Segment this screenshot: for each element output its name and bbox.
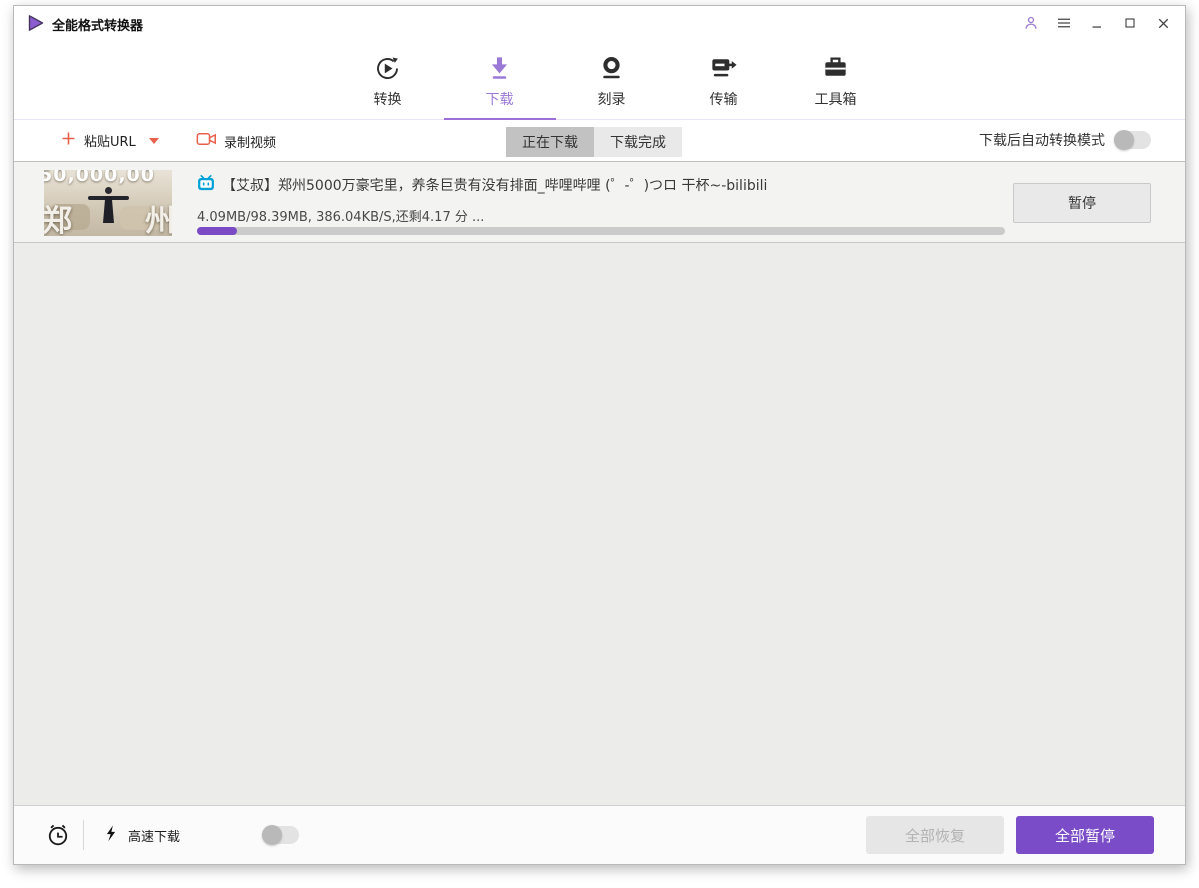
thumbnail-overlay-right: 州: [145, 204, 172, 236]
download-progress-bar: [197, 227, 1005, 235]
app-logo-play-icon: [25, 13, 45, 33]
download-item-title: 【艾叔】郑州5000万豪宅里，养条巨贵有没有排面_哔哩哔哩 (゜-゜)つロ 干杯…: [222, 178, 768, 194]
tab-transfer-label: 传输: [709, 92, 738, 108]
tab-transfer[interactable]: 传输: [668, 50, 780, 120]
convert-icon: [372, 50, 403, 84]
record-video-label: 录制视频: [224, 135, 277, 151]
auto-convert-setting: 下载后自动转换模式: [979, 130, 1151, 150]
download-progress-text: 4.09MB/98.39MB, 386.04KB/S,还剩4.17 分 ...: [197, 210, 485, 225]
minimize-button[interactable]: [1085, 11, 1109, 35]
titlebar-controls: [1019, 11, 1175, 35]
user-icon[interactable]: [1019, 11, 1043, 35]
chevron-down-icon[interactable]: [148, 137, 159, 144]
tab-toolbox-label: 工具箱: [814, 92, 857, 108]
high-speed-setting: 高速下载: [102, 823, 180, 847]
tab-download-complete[interactable]: 下载完成: [594, 127, 682, 157]
auto-convert-toggle[interactable]: [1114, 130, 1151, 150]
close-button[interactable]: [1151, 11, 1175, 35]
tab-download[interactable]: 下载: [443, 50, 556, 121]
tab-convert-label: 转换: [373, 92, 402, 108]
download-item-row: 50,000,00 郑 州 【艾叔】郑州5000万豪宅里，养条巨贵有没有排面_哔…: [14, 161, 1185, 243]
pause-all-button[interactable]: 全部暂停: [1016, 816, 1154, 854]
progress-fill: [197, 227, 238, 235]
video-camera-icon: [196, 130, 217, 152]
tab-toolbox[interactable]: 工具箱: [780, 50, 892, 120]
resume-all-button[interactable]: 全部恢复: [866, 816, 1004, 854]
tab-burn[interactable]: 刻录: [556, 50, 668, 120]
download-filter-tabs: 正在下载 下载完成: [506, 127, 682, 157]
high-speed-toggle[interactable]: [262, 825, 299, 845]
video-thumbnail[interactable]: 50,000,00 郑 州: [44, 170, 172, 236]
high-speed-label: 高速下载: [128, 829, 181, 845]
footer-divider: [83, 820, 84, 850]
tab-convert[interactable]: 转换: [332, 50, 444, 120]
transfer-icon: [708, 50, 739, 84]
main-nav: 转换 下载 刻录 传输 工具箱: [14, 40, 1185, 121]
thumbnail-overlay-left: 郑: [44, 204, 72, 236]
app-title: 全能格式转换器: [52, 19, 144, 34]
footer-bar: 高速下载 全部恢复 全部暂停: [14, 805, 1185, 864]
toggle-knob: [1114, 130, 1134, 150]
paste-url-label: 粘贴URL: [84, 135, 136, 150]
burn-icon: [596, 50, 627, 84]
lightning-icon: [102, 823, 120, 847]
record-video-button[interactable]: 录制视频: [196, 130, 276, 152]
download-list-area: [14, 243, 1185, 805]
bilibili-icon: [196, 174, 216, 198]
plus-icon: [60, 130, 77, 151]
menu-icon[interactable]: [1052, 11, 1076, 35]
toolbox-icon: [820, 50, 851, 84]
tab-downloading[interactable]: 正在下载: [506, 127, 594, 157]
titlebar: 全能格式转换器: [14, 6, 1185, 40]
maximize-button[interactable]: [1118, 11, 1142, 35]
download-icon: [484, 50, 515, 84]
thumbnail-overlay-top: 50,000,00: [44, 170, 155, 186]
toggle-knob: [262, 825, 282, 845]
schedule-timer-icon[interactable]: [45, 822, 71, 852]
download-toolbar: 粘贴URL 录制视频 正在下载 下载完成 下载后自动转换模式: [14, 120, 1185, 161]
auto-convert-label: 下载后自动转换模式: [979, 133, 1105, 149]
paste-url-button[interactable]: 粘贴URL: [60, 130, 159, 151]
tab-download-label: 下载: [485, 92, 514, 108]
pause-button[interactable]: 暂停: [1013, 183, 1151, 223]
tab-burn-label: 刻录: [597, 92, 626, 108]
app-window: 全能格式转换器 转换 下载 刻录 传输 工具箱 粘贴URL 录制视频 正在下载 …: [13, 5, 1186, 865]
